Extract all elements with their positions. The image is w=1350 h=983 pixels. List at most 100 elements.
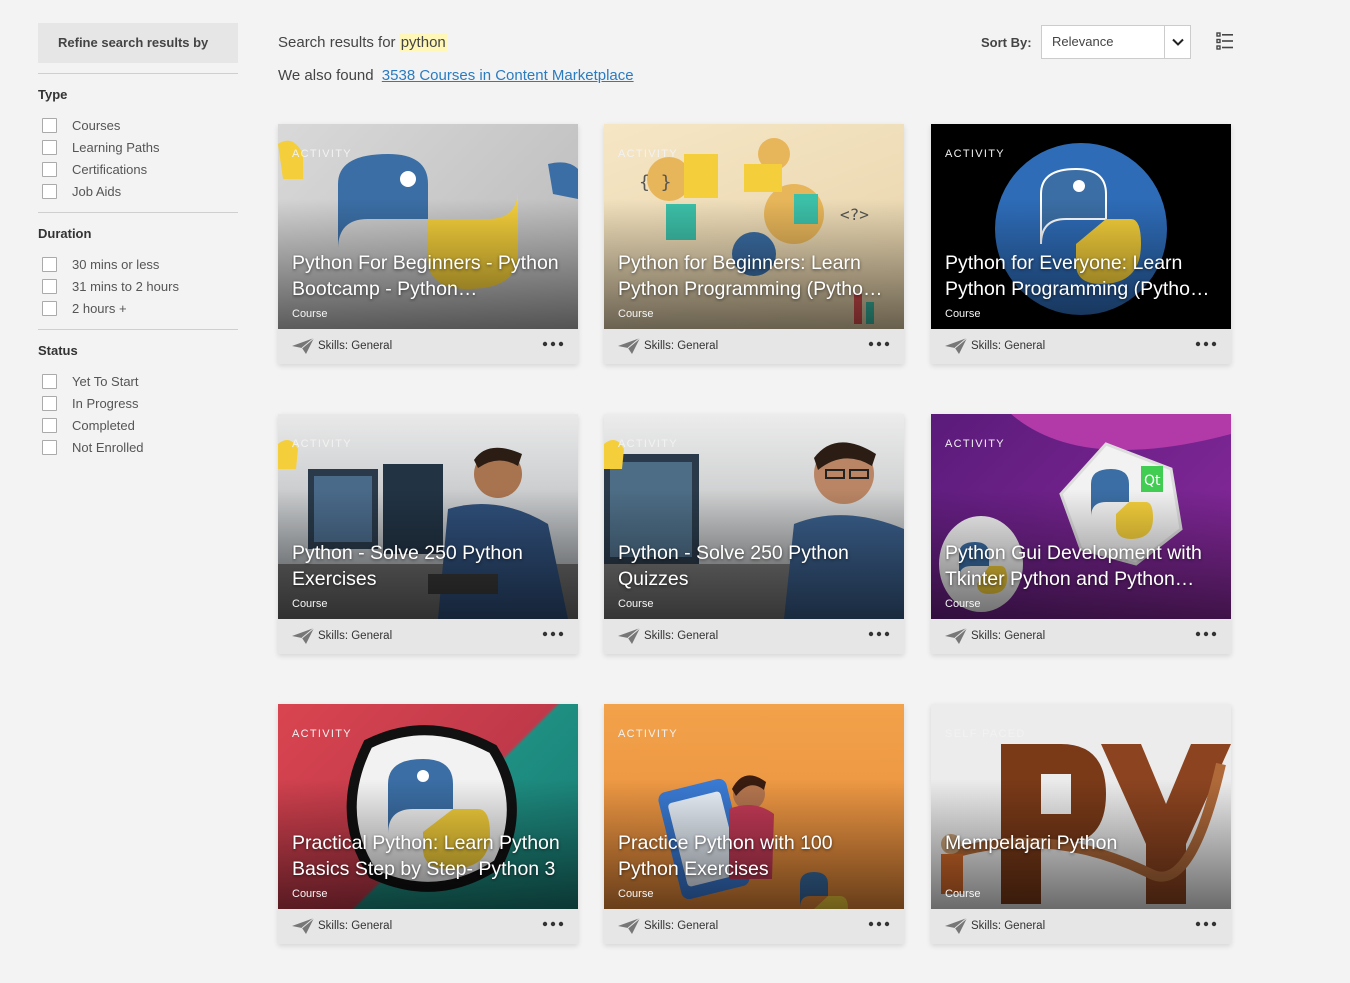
card-title[interactable]: Python - Solve 250 Python Exercises xyxy=(292,540,568,592)
checkbox[interactable] xyxy=(42,161,57,177)
list-view-icon[interactable] xyxy=(1216,32,1234,50)
svg-text:Qt: Qt xyxy=(1144,473,1161,489)
filter-option-label: Courses xyxy=(72,117,121,133)
filter-option-certifications[interactable]: Certifications xyxy=(38,158,238,180)
course-card[interactable]: ACTIVITY Python - Solve 250 Python Quizz… xyxy=(604,414,904,654)
filter-option-2-hours-plus[interactable]: 2 hours + xyxy=(38,297,238,319)
card-title[interactable]: Python for Everyone: Learn Python Progra… xyxy=(945,250,1221,302)
card-title[interactable]: Practice Python with 100 Python Exercise… xyxy=(618,830,894,882)
paper-plane-icon xyxy=(292,627,315,644)
filter-group-title: Status xyxy=(38,343,78,358)
card-kind: ACTIVITY xyxy=(618,728,678,740)
checkbox[interactable] xyxy=(42,395,57,411)
filter-option-31-mins-2-hours[interactable]: 31 mins to 2 hours xyxy=(38,275,238,297)
checkbox[interactable] xyxy=(42,417,57,433)
course-thumbnail: { } <?> ACTIVITY Python for Beginners: L… xyxy=(604,124,904,329)
card-skills: Skills: General xyxy=(644,920,719,932)
search-prefix: Search results for xyxy=(278,34,396,51)
card-title[interactable]: Python - Solve 250 Python Quizzes xyxy=(618,540,894,592)
filter-option-job-aids[interactable]: Job Aids xyxy=(38,180,238,202)
more-options-icon[interactable] xyxy=(1195,629,1217,639)
filter-sidebar: Refine search results by Type Courses Le… xyxy=(38,23,238,458)
filter-option-30-mins[interactable]: 30 mins or less xyxy=(38,253,238,275)
card-title[interactable]: Practical Python: Learn Python Basics St… xyxy=(292,830,568,882)
course-card[interactable]: ACTIVITY Python For Beginners - Python B… xyxy=(278,124,578,364)
more-options-icon[interactable] xyxy=(868,339,890,349)
page: Refine search results by Type Courses Le… xyxy=(0,0,1350,983)
more-options-icon[interactable] xyxy=(1195,339,1217,349)
filter-option-not-enrolled[interactable]: Not Enrolled xyxy=(38,436,238,458)
card-skills: Skills: General xyxy=(644,340,719,352)
card-skills: Skills: General xyxy=(318,920,393,932)
search-term: python xyxy=(399,34,447,51)
card-type: Course xyxy=(945,888,981,900)
card-kind: SELF PACED xyxy=(945,728,1026,740)
card-footer: Skills: General xyxy=(931,619,1231,654)
paper-plane-icon xyxy=(945,627,968,644)
search-summary: Search results for python xyxy=(278,34,447,51)
checkbox[interactable] xyxy=(42,139,57,155)
checkbox[interactable] xyxy=(42,183,57,199)
filter-option-label: Certifications xyxy=(72,161,148,177)
card-footer: Skills: General xyxy=(278,329,578,364)
course-card[interactable]: { } <?> ACTIVITY Python for Beginners: L… xyxy=(604,124,904,364)
chevron-down-icon[interactable] xyxy=(1164,26,1190,58)
filter-option-courses[interactable]: Courses xyxy=(38,114,238,136)
card-title[interactable]: Python for Beginners: Learn Python Progr… xyxy=(618,250,894,302)
card-kind: ACTIVITY xyxy=(945,438,1005,450)
filter-option-completed[interactable]: Completed xyxy=(38,414,238,436)
more-options-icon[interactable] xyxy=(542,919,564,929)
paper-plane-icon xyxy=(618,337,641,354)
card-skills: Skills: General xyxy=(318,340,393,352)
checkbox[interactable] xyxy=(42,373,57,389)
sort-label: Sort By: xyxy=(981,35,1032,50)
checkbox[interactable] xyxy=(42,256,57,272)
course-card[interactable]: ACTIVITY Practical Python: Learn Python … xyxy=(278,704,578,944)
checkbox[interactable] xyxy=(42,117,57,133)
card-skills: Skills: General xyxy=(971,630,1046,642)
card-footer: Skills: General xyxy=(604,329,904,364)
checkbox[interactable] xyxy=(42,278,57,294)
course-card[interactable]: Qt ACTIVITY Python Gui Development with … xyxy=(931,414,1231,654)
card-type: Course xyxy=(618,888,654,900)
card-type: Course xyxy=(945,598,981,610)
filter-option-label: Yet To Start xyxy=(72,373,139,389)
filter-group-type: Type Courses Learning Paths Certificatio… xyxy=(38,87,238,202)
card-title[interactable]: Python Gui Development with Tkinter Pyth… xyxy=(945,540,1221,592)
card-footer: Skills: General xyxy=(278,909,578,944)
content-marketplace-link[interactable]: 3538 Courses in Content Marketplace xyxy=(382,67,634,84)
more-options-icon[interactable] xyxy=(542,339,564,349)
course-card[interactable]: ACTIVITY Practice Python with 100 Python… xyxy=(604,704,904,944)
card-skills: Skills: General xyxy=(644,630,719,642)
course-card[interactable]: SELF PACED Mempelajari Python Course Ski… xyxy=(931,704,1231,944)
more-options-icon[interactable] xyxy=(868,629,890,639)
paper-plane-icon xyxy=(945,337,968,354)
card-type: Course xyxy=(292,308,328,320)
course-card[interactable]: ACTIVITY Python for Everyone: Learn Pyth… xyxy=(931,124,1231,364)
card-kind: ACTIVITY xyxy=(292,148,352,160)
filter-option-label: Learning Paths xyxy=(72,139,160,155)
paper-plane-icon xyxy=(618,917,641,934)
filter-option-yet-to-start[interactable]: Yet To Start xyxy=(38,370,238,392)
course-card[interactable]: ACTIVITY Python - Solve 250 Python Exerc… xyxy=(278,414,578,654)
card-kind: ACTIVITY xyxy=(292,728,352,740)
filter-option-learning-paths[interactable]: Learning Paths xyxy=(38,136,238,158)
filter-option-in-progress[interactable]: In Progress xyxy=(38,392,238,414)
checkbox[interactable] xyxy=(42,300,57,316)
card-footer: Skills: General xyxy=(931,329,1231,364)
course-thumbnail: ACTIVITY Python - Solve 250 Python Exerc… xyxy=(278,414,578,619)
more-options-icon[interactable] xyxy=(868,919,890,929)
more-options-icon[interactable] xyxy=(1195,919,1217,929)
checkbox[interactable] xyxy=(42,439,57,455)
card-footer: Skills: General xyxy=(604,619,904,654)
card-skills: Skills: General xyxy=(971,920,1046,932)
card-title[interactable]: Python For Beginners - Python Bootcamp -… xyxy=(292,250,568,302)
card-footer: Skills: General xyxy=(604,909,904,944)
divider xyxy=(38,212,238,213)
more-options-icon[interactable] xyxy=(542,629,564,639)
paper-plane-icon xyxy=(292,337,315,354)
found-prefix: We also found xyxy=(278,67,374,84)
paper-plane-icon xyxy=(292,917,315,934)
sort-dropdown[interactable]: Relevance xyxy=(1041,25,1191,59)
card-title[interactable]: Mempelajari Python xyxy=(945,830,1221,882)
